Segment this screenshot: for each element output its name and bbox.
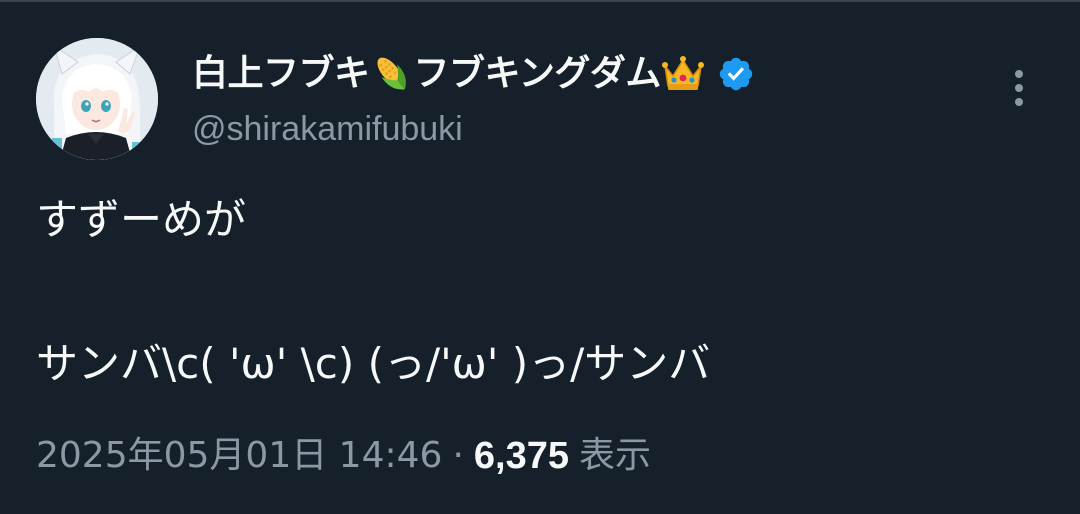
author-display-name-part2[interactable]: フブキングダム: [414, 48, 662, 100]
author-display-name-part1[interactable]: 白上フブキ: [192, 48, 370, 100]
tweet-text: すずーめが サンバ\c( 'ω' \c) (っ/'ω' )っ/サンバ: [36, 190, 1046, 394]
author-handle[interactable]: @shirakamifubuki: [192, 106, 463, 152]
more-vertical-icon: [1015, 70, 1023, 78]
avatar[interactable]: [36, 38, 158, 160]
more-vertical-icon: [1015, 98, 1023, 106]
more-options-button[interactable]: [1004, 66, 1034, 110]
avatar-image: [36, 38, 158, 160]
crown-icon: [661, 56, 704, 90]
author-name-row[interactable]: 白上フブキ フブキングダム: [192, 48, 755, 100]
view-label: 表示: [578, 435, 651, 476]
more-vertical-icon: [1015, 84, 1023, 92]
view-count: 6,375: [473, 435, 569, 477]
meta-separator: ·: [452, 435, 464, 476]
corn-icon: [376, 57, 406, 90]
tweet-meta: 2025年05月01日 14:46 · 6,375 表示: [36, 428, 651, 484]
tweet-text-line: サンバ\c( 'ω' \c) (っ/'ω' )っ/サンバ: [36, 339, 711, 388]
verified-badge-icon: [719, 57, 753, 91]
top-divider: [0, 0, 1080, 2]
tweet-timestamp[interactable]: 2025年05月01日 14:46: [36, 428, 442, 484]
tweet-text-line: [36, 250, 1046, 334]
tweet-text-line: すずーめが: [36, 195, 247, 244]
